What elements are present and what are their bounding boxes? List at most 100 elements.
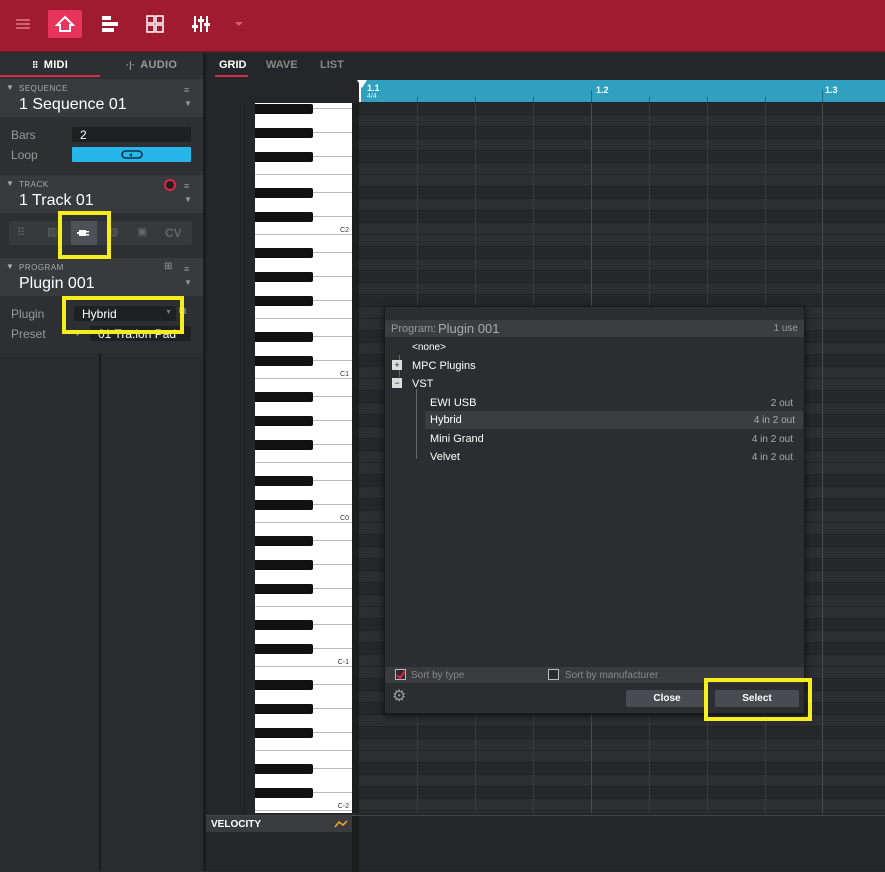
grid-row[interactable] [359,247,885,259]
list-icon[interactable]: ≡ [184,85,189,95]
black-key[interactable] [255,680,313,690]
sequence-icon[interactable] [94,10,128,38]
black-key[interactable] [255,212,313,222]
grid-row[interactable] [359,211,885,223]
gear-icon[interactable]: ⚙ [392,689,406,705]
grid-row[interactable] [359,151,885,163]
tab-wave[interactable]: WAVE [266,59,298,71]
tab-midi[interactable]: ⠿ MIDI [0,53,100,77]
add-icon[interactable]: ⊞ [164,261,172,272]
black-key[interactable] [255,188,313,198]
tab-grid[interactable]: GRID [219,59,247,71]
grid-row[interactable] [359,187,885,199]
black-key[interactable] [255,272,313,282]
tree-item-mpc-plugins[interactable]: MPC Plugins [412,360,476,372]
grid-row[interactable] [359,751,885,763]
chevron-down-icon[interactable]: ▼ [184,195,192,204]
black-key[interactable] [255,152,313,162]
black-key[interactable] [255,476,313,486]
plugin-item-velvet[interactable]: Velvet 4 in 2 out [425,450,801,468]
list-icon[interactable]: ≡ [184,264,189,274]
black-key[interactable] [255,560,313,570]
grid-row[interactable] [359,271,885,283]
playhead-marker[interactable] [357,80,367,88]
collapse-icon[interactable]: ▼ [6,262,14,271]
grid-row[interactable] [359,799,885,811]
black-key[interactable] [255,248,313,258]
drum-type-icon[interactable]: ⠿ [17,226,25,239]
black-key[interactable] [255,332,313,342]
close-button[interactable]: Close [626,690,708,707]
program-title[interactable]: Plugin 001 [19,275,95,293]
pads-icon[interactable] [138,10,172,38]
menu-icon[interactable] [6,10,40,38]
grid-row[interactable] [359,787,885,799]
black-key[interactable] [255,704,313,714]
grid-row[interactable] [359,775,885,787]
timeline-ruler[interactable]: 1.1 4/4 1.2 1.3 [359,80,885,102]
black-key[interactable] [255,536,313,546]
collapse-icon[interactable]: − [392,378,402,388]
velocity-curve-icon[interactable] [334,819,348,829]
record-arm-icon[interactable] [164,179,176,191]
grid-row[interactable] [359,127,885,139]
chevron-down-icon[interactable]: ▼ [184,99,192,108]
black-key[interactable] [255,296,313,306]
dropdown-icon[interactable] [222,10,256,38]
keygroup-type-icon[interactable]: ▥ [47,225,57,238]
track-title[interactable]: 1 Track 01 [19,192,94,210]
grid-row[interactable] [359,235,885,247]
grid-row[interactable] [359,727,885,739]
black-key[interactable] [255,644,313,654]
grid-row[interactable] [359,103,885,115]
black-key[interactable] [255,392,313,402]
tab-audio[interactable]: ·|· AUDIO [100,53,203,77]
grid-row[interactable] [359,283,885,295]
piano-keyboard[interactable]: C2 C1 C0 C-1 C-2 [255,103,352,813]
mixer-icon[interactable] [184,10,218,38]
loop-toggle[interactable] [72,147,191,162]
black-key[interactable] [255,620,313,630]
black-key[interactable] [255,584,313,594]
plugin-item-hybrid[interactable]: Hybrid 4 in 2 out [425,411,803,429]
tab-list[interactable]: LIST [320,59,344,71]
chevron-down-icon[interactable]: ▼ [184,278,192,287]
sort-by-type-checkbox[interactable] [395,669,406,680]
grid-row[interactable] [359,739,885,751]
grid-row[interactable] [359,115,885,127]
collapse-icon[interactable]: ▼ [6,83,14,92]
grid-row[interactable] [359,199,885,211]
grid-row[interactable] [359,139,885,151]
sequence-header[interactable]: ▼ SEQUENCE 1 Sequence 01 ≡ ▼ [0,79,203,117]
collapse-icon[interactable]: ▼ [6,179,14,188]
home-icon[interactable] [48,10,82,38]
grid-row[interactable] [359,223,885,235]
grid-row[interactable] [359,163,885,175]
sort-by-manufacturer-checkbox[interactable] [548,669,559,680]
plugin-item-mini-grand[interactable]: Mini Grand 4 in 2 out [425,432,801,450]
cv-type-button[interactable]: CV [165,226,182,240]
white-key-divider [255,606,352,607]
grid-row[interactable] [359,175,885,187]
black-key[interactable] [255,440,313,450]
bars-field[interactable]: 2 [72,127,191,142]
list-icon[interactable]: ≡ [184,181,189,191]
black-key[interactable] [255,788,313,798]
grid-row[interactable] [359,259,885,271]
black-key[interactable] [255,764,313,774]
clip-type-icon[interactable]: ▣ [137,225,147,238]
black-key[interactable] [255,128,313,138]
program-header[interactable]: ▼ PROGRAM Plugin 001 ⊞ ≡ ▼ [0,258,203,296]
black-key[interactable] [255,500,313,510]
black-key[interactable] [255,104,313,114]
tree-item-none[interactable]: <none> [412,342,446,353]
grid-row[interactable] [359,811,885,813]
track-header[interactable]: ▼ TRACK 1 Track 01 ≡ ▼ [0,175,203,213]
black-key[interactable] [255,728,313,738]
black-key[interactable] [255,416,313,426]
sequence-title[interactable]: 1 Sequence 01 [19,96,127,114]
expand-icon[interactable]: + [392,360,402,370]
black-key[interactable] [255,356,313,366]
grid-row[interactable] [359,763,885,775]
time-signature: 4/4 [367,93,377,100]
